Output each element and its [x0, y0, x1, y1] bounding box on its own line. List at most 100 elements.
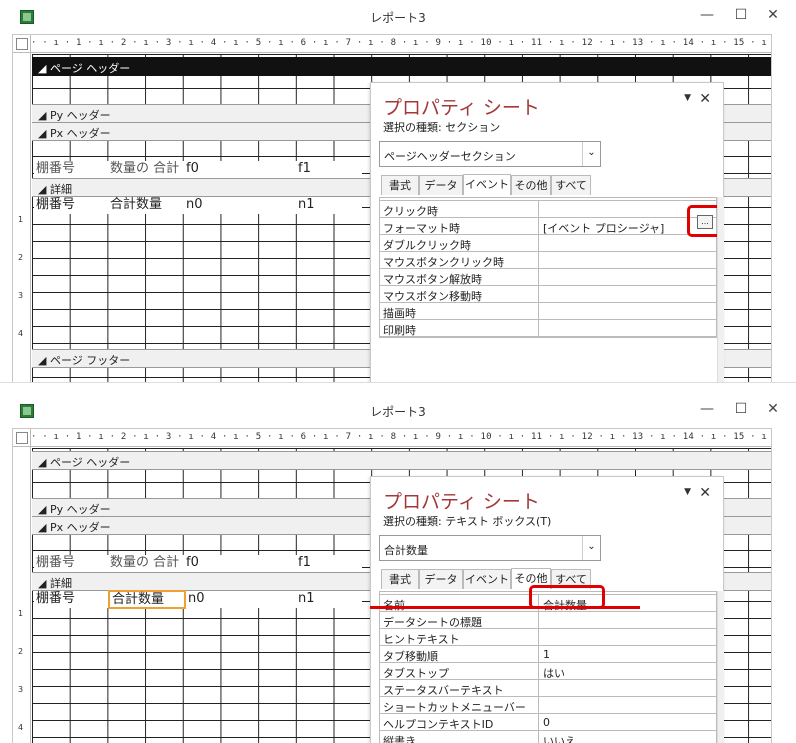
property-scrollbar[interactable] [717, 591, 724, 743]
property-row[interactable]: フォーマット時 [イベント プロシージャ] [380, 218, 716, 235]
property-row[interactable]: クリック時 [380, 201, 716, 218]
detail-field-n1[interactable]: n1 [296, 591, 362, 608]
detail-field-n0[interactable]: n0 [186, 591, 296, 608]
tab-other[interactable]: その他 [511, 175, 551, 195]
title-bar: レポート3 — ☐ ✕ [0, 0, 796, 32]
detail-field-shelf[interactable]: 棚番号 [34, 197, 108, 214]
tab-event[interactable]: イベント [463, 569, 511, 589]
panel-menu-arrow-icon[interactable]: ▼ [684, 487, 691, 497]
property-value-cell[interactable] [538, 286, 716, 302]
horizontal-ruler[interactable]: · · ı · 1 · ı · 2 · ı · 3 · ı · 4 · ı · … [31, 429, 771, 447]
property-value-cell[interactable]: 0 [538, 714, 716, 730]
detail-field-total-qty[interactable]: 合計数量 [108, 590, 186, 609]
tab-data[interactable]: データ [419, 569, 463, 589]
property-value-cell[interactable] [538, 697, 716, 713]
property-value-cell[interactable] [538, 629, 716, 645]
tab-all[interactable]: すべて [551, 175, 591, 195]
property-value-cell[interactable] [538, 680, 716, 696]
property-row[interactable]: 印刷時 [380, 320, 716, 337]
property-scrollbar[interactable] [717, 197, 724, 382]
tab-data[interactable]: データ [419, 175, 463, 195]
property-name: ダブルクリック時 [383, 239, 471, 252]
px-field-f1[interactable]: f1 [296, 161, 362, 178]
property-value-cell[interactable] [538, 269, 716, 285]
property-value: はい [543, 667, 565, 680]
property-name: タブ移動順 [383, 650, 438, 663]
close-icon[interactable]: ✕ [762, 399, 784, 419]
dropdown-arrow-icon[interactable]: ⌄ [582, 142, 600, 166]
section-label: Px ヘッダー [49, 521, 111, 534]
selection-type: 選択の種類: テキスト ボックス(T) [383, 515, 552, 528]
selection-combo-value: ページヘッダーセクション [384, 150, 516, 163]
maximize-icon[interactable]: ☐ [730, 5, 752, 25]
panel-menu-arrow-icon[interactable]: ▼ [684, 93, 691, 103]
panel-close-icon[interactable]: ✕ [699, 91, 711, 107]
close-icon[interactable]: ✕ [762, 5, 784, 25]
ruler-tick: 2 [18, 647, 24, 656]
vertical-ruler[interactable]: 1 2 3 4 [13, 53, 31, 382]
title-bar: レポート3 — ☐ ✕ [0, 394, 796, 426]
property-row[interactable]: ヘルプコンテキストID 0 [380, 714, 716, 731]
property-name: マウスボタン移動時 [383, 290, 482, 303]
property-row[interactable]: ヒントテキスト [380, 629, 716, 646]
px-field-shelf[interactable]: 棚番号 [34, 161, 108, 178]
px-field-qty-sum[interactable]: 数量の 合計 [108, 555, 184, 572]
property-sheet: プロパティ シート ▼ ✕ 選択の種類: テキスト ボックス(T) 合計数量 ⌄… [370, 476, 724, 743]
panel-close-icon[interactable]: ✕ [699, 485, 711, 501]
maximize-icon[interactable]: ☐ [730, 399, 752, 419]
px-field-f1[interactable]: f1 [296, 555, 362, 572]
property-value-cell[interactable] [538, 612, 716, 628]
section-page-header[interactable]: ◢ ページ ヘッダー [32, 57, 771, 76]
minimize-icon[interactable]: — [696, 5, 718, 25]
property-value-cell[interactable] [538, 320, 716, 336]
property-value-cell[interactable] [538, 235, 716, 251]
tab-event[interactable]: イベント [463, 174, 511, 195]
select-report-box[interactable] [13, 429, 31, 447]
selection-combo-value: 合計数量 [384, 544, 428, 557]
dropdown-arrow-icon[interactable]: ⌄ [582, 536, 600, 560]
property-grid: クリック時 フォーマット時 [イベント プロシージャ] ダブルクリック時 マウスボ… [379, 197, 717, 338]
property-value: いいえ [543, 735, 576, 743]
property-row[interactable]: マウスボタンクリック時 [380, 252, 716, 269]
px-field-shelf[interactable]: 棚番号 [34, 555, 108, 572]
property-row[interactable]: データシートの標題 [380, 612, 716, 629]
property-value-cell[interactable] [538, 303, 716, 319]
property-value-cell[interactable]: いいえ [538, 731, 716, 743]
property-row[interactable]: タブ移動順 1 [380, 646, 716, 663]
detail-field-shelf[interactable]: 棚番号 [34, 591, 108, 608]
detail-field-n1[interactable]: n1 [296, 197, 362, 214]
window-title: レポート3 [370, 11, 426, 25]
property-row[interactable]: ステータスバーテキスト [380, 680, 716, 697]
property-value-cell[interactable]: はい [538, 663, 716, 680]
property-row[interactable]: 描画時 [380, 303, 716, 320]
property-value-cell[interactable] [538, 252, 716, 268]
property-row[interactable]: マウスボタン解放時 [380, 269, 716, 286]
property-name: クリック時 [383, 205, 438, 218]
property-row[interactable]: マウスボタン移動時 [380, 286, 716, 303]
section-page-header[interactable]: ◢ ページ ヘッダー [32, 451, 771, 470]
detail-field-total-qty[interactable]: 合計数量 [108, 197, 184, 214]
selection-combo[interactable]: 合計数量 ⌄ [379, 535, 601, 561]
tab-format[interactable]: 書式 [381, 175, 419, 195]
property-row[interactable]: 縦書き いいえ [380, 731, 716, 743]
property-name: 描画時 [383, 307, 416, 320]
property-name: マウスボタンクリック時 [383, 256, 504, 269]
property-row[interactable]: タブストップ はい [380, 663, 716, 680]
minimize-icon[interactable]: — [696, 399, 718, 419]
select-report-box[interactable] [13, 35, 31, 53]
ruler-tick: 4 [18, 723, 24, 732]
property-row[interactable]: ショートカットメニューバー [380, 697, 716, 714]
section-label: ページ ヘッダー [49, 62, 131, 75]
detail-field-n0[interactable]: n0 [184, 197, 296, 214]
ruler-tick: 1 [18, 215, 24, 224]
property-row[interactable]: ダブルクリック時 [380, 235, 716, 252]
selection-type: 選択の種類: セクション [383, 121, 501, 134]
selection-combo[interactable]: ページヘッダーセクション ⌄ [379, 141, 601, 167]
horizontal-ruler[interactable]: · · ı · 1 · ı · 2 · ı · 3 · ı · 4 · ı · … [31, 35, 771, 53]
px-field-qty-sum[interactable]: 数量の 合計 [108, 161, 184, 178]
property-value-cell[interactable]: 1 [538, 646, 716, 662]
tab-format[interactable]: 書式 [381, 569, 419, 589]
px-field-f0[interactable]: f0 [184, 555, 296, 572]
vertical-ruler[interactable]: 1 2 3 4 [13, 447, 31, 743]
px-field-f0[interactable]: f0 [184, 161, 296, 178]
